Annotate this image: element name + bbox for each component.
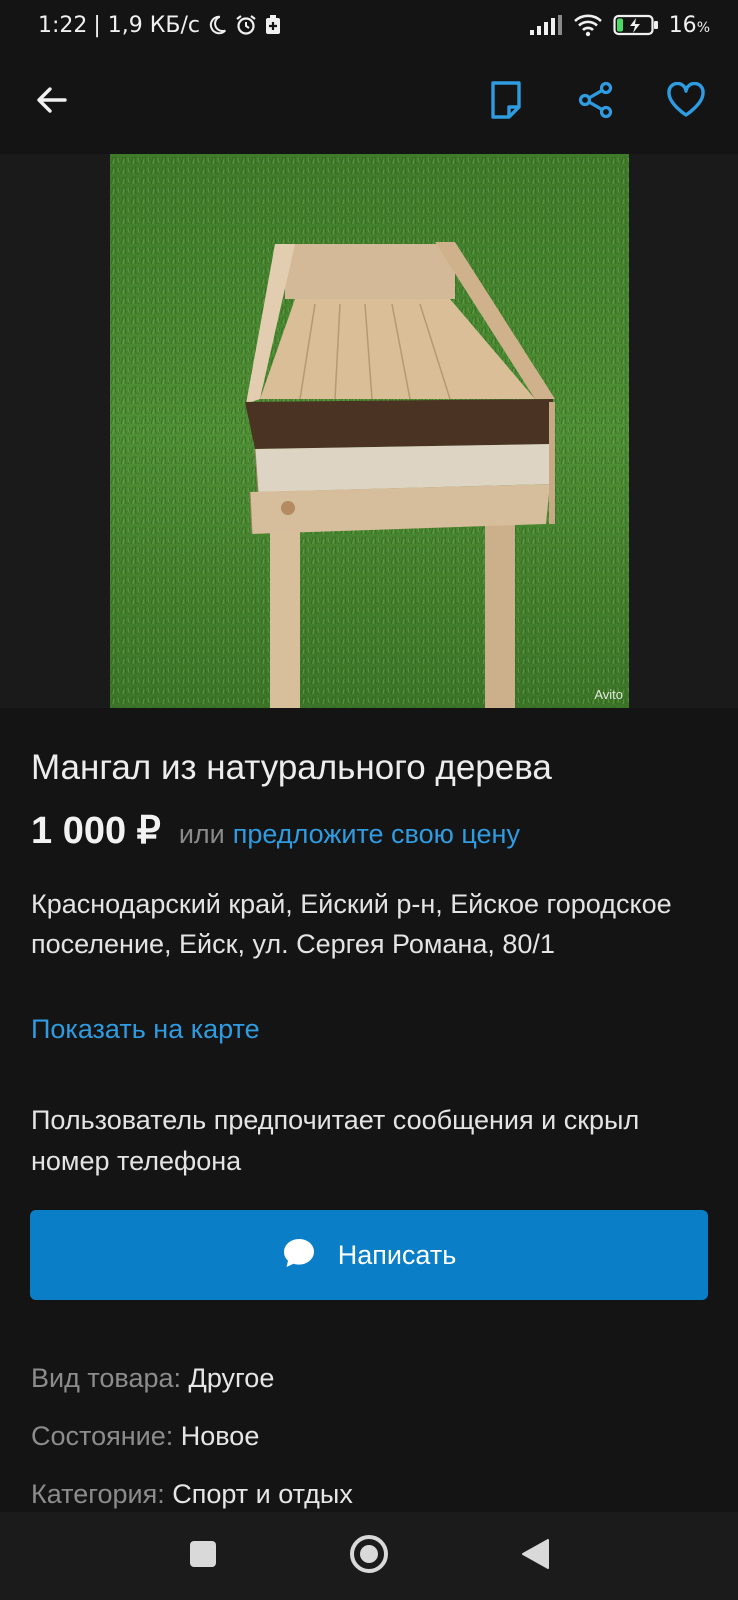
battery-unit: % — [696, 19, 710, 36]
param-key: Вид товара: — [31, 1363, 182, 1393]
moon-icon — [206, 14, 228, 36]
status-left: 1:22 | 1,9 КБ/с — [38, 0, 282, 50]
param-value: Спорт и отдых — [172, 1479, 353, 1509]
listing-price: 1 000 ₽ — [31, 810, 161, 852]
photo-watermark: Avito — [594, 687, 623, 702]
param-key: Состояние: — [31, 1421, 174, 1451]
square-icon — [188, 1539, 218, 1573]
price-row: 1 000 ₽ или предложите свою цену — [31, 808, 520, 853]
param-row-type: Вид товара: Другое — [31, 1363, 274, 1394]
share-icon — [577, 81, 615, 123]
param-row-condition: Состояние: Новое — [31, 1421, 259, 1452]
battery-percent: 16% — [669, 13, 710, 38]
write-message-button[interactable]: Написать — [30, 1210, 708, 1300]
param-value: Другое — [188, 1363, 275, 1393]
nav-back-button[interactable] — [513, 1534, 557, 1578]
show-on-map-link[interactable]: Показать на карте — [31, 1014, 260, 1045]
share-button[interactable] — [564, 70, 628, 134]
note-icon — [489, 80, 523, 124]
back-button[interactable] — [20, 70, 84, 134]
status-network-speed: | 1,9 КБ/с — [93, 12, 201, 38]
photo-area: Avito — [0, 154, 738, 708]
system-nav-bar — [0, 1512, 738, 1600]
wifi-icon — [573, 13, 603, 37]
status-right: 16% — [529, 0, 710, 50]
listing-photo[interactable]: Avito — [110, 154, 629, 708]
contact-notice: Пользователь предпочитает сообщения и ск… — [31, 1105, 640, 1176]
arrow-left-icon — [35, 83, 69, 121]
status-bar: 1:22 | 1,9 КБ/с 16% — [0, 0, 738, 50]
alarm-icon — [234, 13, 258, 37]
note-button[interactable] — [474, 70, 538, 134]
listing-title: Мангал из натурального дерева — [31, 748, 552, 787]
home-button[interactable] — [347, 1534, 391, 1578]
battery-value: 16 — [668, 12, 697, 38]
status-time: 1:22 — [38, 12, 88, 38]
top-toolbar — [0, 50, 738, 154]
listing-address: Краснодарский край, Ейский р-н, Ейское г… — [31, 889, 672, 959]
triangle-back-icon — [519, 1537, 551, 1575]
signal-icon — [529, 14, 563, 36]
recents-button[interactable] — [181, 1534, 225, 1578]
param-row-category: Категория: Спорт и отдых — [31, 1479, 353, 1510]
offer-price-link[interactable]: предложите свою цену — [233, 819, 520, 850]
battery-charging-icon — [613, 13, 659, 37]
circle-icon — [348, 1533, 390, 1579]
chat-bubble-icon — [282, 1237, 316, 1273]
param-value: Новое — [180, 1421, 260, 1451]
write-button-label: Написать — [337, 1239, 457, 1270]
param-key: Категория: — [31, 1479, 165, 1509]
sim-icon — [264, 14, 282, 36]
heart-icon — [666, 81, 706, 122]
price-or-text: или — [178, 819, 225, 849]
favorite-button[interactable] — [654, 70, 718, 134]
